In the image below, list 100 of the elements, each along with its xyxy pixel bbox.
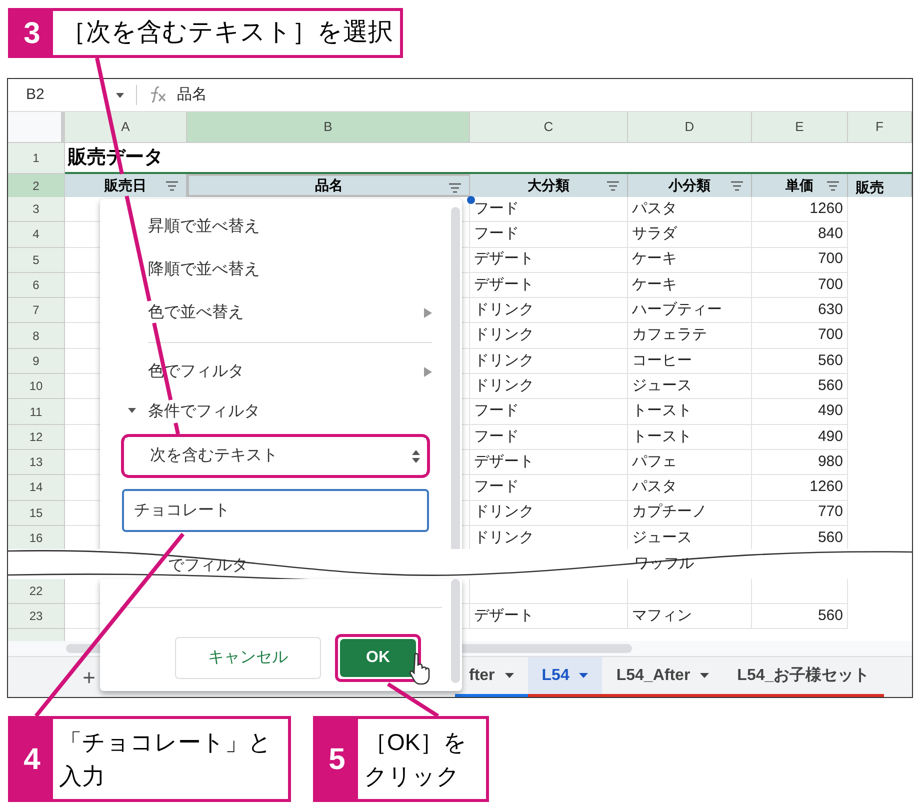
row-number[interactable]: 22 — [8, 579, 65, 604]
filter-icon[interactable] — [827, 181, 839, 191]
step-number: 4 — [11, 719, 53, 799]
table-cell: 770 — [752, 500, 848, 526]
caret-icon[interactable] — [700, 673, 710, 678]
sheet-tab[interactable]: L54 — [528, 657, 602, 697]
menu-item[interactable]: 色で並べ替え — [148, 300, 244, 324]
row-number[interactable]: 11 — [8, 399, 65, 425]
header-cell-text: 単価 — [786, 176, 814, 195]
caret-icon[interactable] — [116, 92, 124, 98]
table-cell: パスタ — [628, 197, 752, 222]
menu-item[interactable]: でフィルタ — [168, 557, 248, 575]
row-number[interactable]: 7 — [8, 298, 65, 324]
ok-button[interactable]: OK — [340, 639, 416, 677]
header-cell-text: 販売 — [856, 178, 884, 197]
table-cell: マフィン — [628, 604, 752, 629]
table-cell: ハーブティー — [628, 298, 752, 324]
callout-text: クリック — [364, 762, 461, 791]
row-number[interactable]: 9 — [8, 348, 65, 374]
table-cell: 490 — [752, 399, 848, 425]
table-cell: トースト — [628, 424, 752, 450]
table-cell: パスタ — [628, 475, 752, 501]
column-header[interactable]: E — [752, 112, 848, 142]
table-cell: ケーキ — [628, 272, 752, 298]
sheet-tab[interactable]: L54_お子様セット — [723, 657, 884, 697]
row-number[interactable]: 16 — [8, 526, 65, 549]
header-cell-text: 大分類 — [528, 176, 570, 195]
row-number[interactable]: 3 — [8, 197, 65, 222]
cell-reference: B2 — [26, 84, 46, 105]
row-number[interactable]: 5 — [8, 248, 65, 273]
table-cell: デザート — [470, 248, 628, 273]
row-number[interactable]: 2 — [8, 174, 65, 199]
table-cell: 700 — [752, 272, 848, 298]
menu-item[interactable]: 条件でフィルタ — [148, 400, 260, 424]
filter-icon[interactable] — [731, 181, 743, 191]
submenu-arrow-icon[interactable] — [424, 308, 432, 318]
table-cell: 700 — [752, 323, 848, 349]
filter-icon[interactable] — [449, 183, 461, 193]
callout-text: 入力 — [59, 762, 106, 791]
formula-content: 品名 — [177, 84, 207, 105]
table-cell: フード — [470, 222, 628, 248]
sort-arrows-icon — [412, 450, 420, 462]
step-number: 5 — [316, 719, 358, 799]
add-sheet-button[interactable]: + — [74, 657, 104, 697]
row-number[interactable]: 14 — [8, 475, 65, 501]
row-number[interactable]: 4 — [8, 222, 65, 248]
row-number[interactable]: 12 — [8, 424, 65, 450]
callout-text: ［OK］を — [364, 728, 468, 757]
table-cell: カプチーノ — [628, 500, 752, 526]
table-cell: 700 — [752, 248, 848, 273]
row-number[interactable]: 10 — [8, 374, 65, 400]
table-cell: 630 — [752, 298, 848, 324]
column-header[interactable]: A — [65, 112, 187, 142]
table-cell: フード — [470, 424, 628, 450]
submenu-arrow-icon[interactable] — [424, 366, 432, 376]
step-number: 3 — [11, 11, 53, 55]
column-header[interactable]: F — [848, 112, 912, 142]
table-cell: ドリンク — [470, 500, 628, 526]
table-cell: ドリンク — [470, 323, 628, 349]
row-number[interactable]: 6 — [8, 272, 65, 298]
callout-text: 「チョコレート」と — [59, 728, 272, 757]
column-header[interactable]: B — [187, 112, 470, 142]
table-cell: ドリンク — [470, 348, 628, 374]
row-number[interactable]: 23 — [8, 604, 65, 629]
scrollbar[interactable] — [451, 207, 460, 549]
caret-icon[interactable] — [504, 673, 514, 678]
caret-icon[interactable] — [579, 673, 588, 678]
table-cell: デザート — [470, 450, 628, 476]
row-number[interactable]: 13 — [8, 450, 65, 476]
scrollbar[interactable] — [451, 579, 460, 683]
table-cell: 560 — [752, 604, 848, 629]
table-cell: フード — [470, 399, 628, 425]
table-cell: ジュース — [628, 374, 752, 400]
filter-icon[interactable] — [166, 181, 178, 191]
column-header[interactable]: D — [628, 112, 752, 142]
row-number[interactable]: 15 — [8, 500, 65, 526]
header-cell-text: 販売日 — [104, 176, 146, 195]
table-cell: パフェ — [628, 450, 752, 476]
table-cell: 560 — [752, 348, 848, 374]
row-number[interactable]: 8 — [8, 323, 65, 349]
column-header[interactable]: C — [470, 112, 628, 142]
header-cell: 品名 — [315, 176, 343, 195]
table-cell: 1260 — [752, 197, 848, 222]
table-cell: 560 — [752, 374, 848, 400]
cancel-button[interactable]: キャンセル — [175, 637, 321, 679]
input-field[interactable]: チョコレート — [122, 489, 429, 532]
table-cell: デザート — [470, 604, 628, 629]
row-number[interactable]: 1 — [8, 143, 65, 174]
table-cell: トースト — [628, 399, 752, 425]
table-cell: 1260 — [752, 475, 848, 501]
callout-text: ［次を含むテキスト］を選択 — [60, 17, 394, 48]
sheet-tab[interactable]: L54_After — [602, 657, 724, 697]
table-cell: 840 — [752, 222, 848, 248]
condition-dropdown[interactable]: 次を含むテキスト — [125, 438, 426, 474]
menu-item[interactable]: 昇順で並べ替え — [148, 214, 260, 238]
selection-handle[interactable] — [467, 196, 475, 204]
filter-icon[interactable] — [607, 181, 619, 191]
menu-item[interactable]: 降順で並べ替え — [148, 258, 260, 282]
header-cell-text: 小分類 — [668, 176, 710, 195]
table-cell: デザート — [470, 272, 628, 298]
